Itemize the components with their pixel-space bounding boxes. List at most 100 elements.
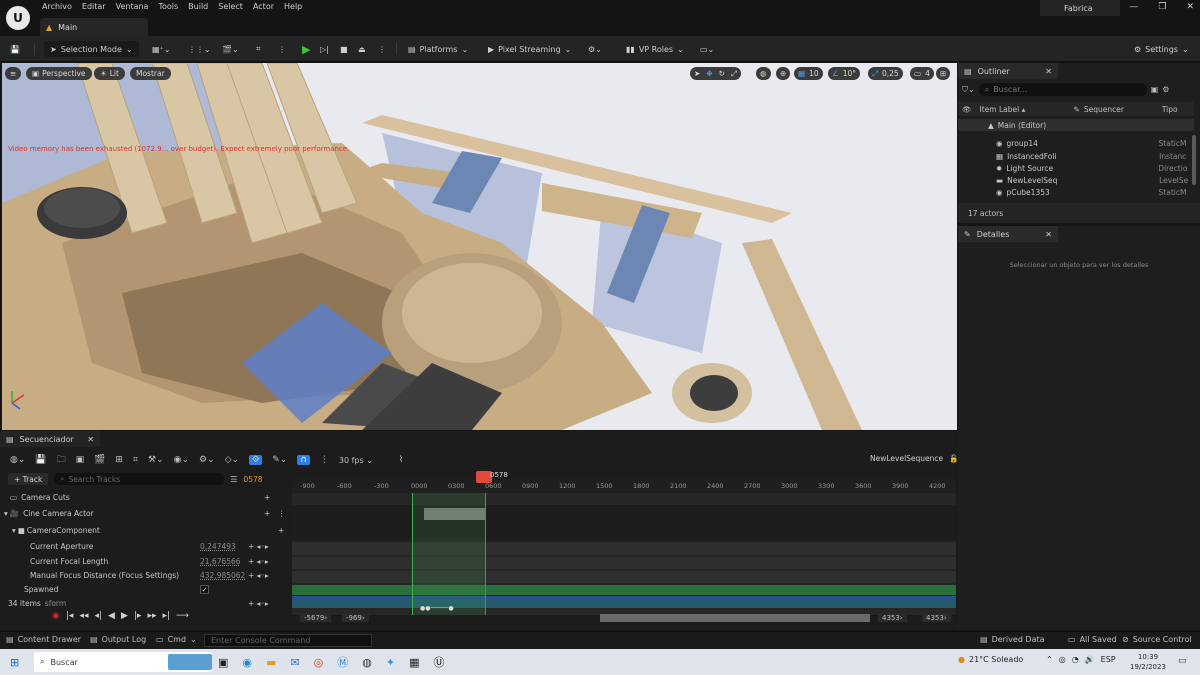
stop-icon[interactable]: ■ bbox=[340, 42, 348, 56]
edge-icon[interactable]: ◉ bbox=[242, 656, 252, 669]
filter-icon[interactable]: ☰ bbox=[230, 475, 237, 484]
add-key-icon[interactable]: + bbox=[278, 526, 284, 535]
maximize-icon[interactable]: ❐ bbox=[1158, 2, 1166, 12]
clapper-icon[interactable]: 🎬 bbox=[94, 455, 105, 465]
curve-editor-icon[interactable]: ⌇ bbox=[399, 455, 403, 465]
gear-icon[interactable]: ⚙ bbox=[1162, 85, 1169, 94]
rotate-icon[interactable]: ↻ bbox=[719, 69, 725, 78]
viewport-menu-icon[interactable]: ≡ bbox=[5, 67, 21, 80]
jump-end-icon[interactable]: ▸| bbox=[162, 611, 170, 621]
save-icon[interactable]: 💾 bbox=[35, 455, 46, 465]
range-end[interactable]: 4353› bbox=[922, 614, 951, 622]
windows-start-icon[interactable]: ⊞ bbox=[10, 656, 19, 669]
lit-button[interactable]: ☀ Lit bbox=[94, 67, 125, 80]
more-icon[interactable]: ⋮ bbox=[278, 509, 286, 518]
speaker-icon[interactable]: 🔊 bbox=[1085, 655, 1095, 664]
add-actor-icon[interactable]: ▦⁺⌄ bbox=[152, 42, 170, 56]
unreal-taskbar-icon[interactable]: Ⓤ bbox=[433, 654, 444, 670]
world-local-icon[interactable]: ◍ bbox=[756, 67, 771, 80]
step-back-icon[interactable]: ◂| bbox=[94, 611, 102, 621]
track-cine-camera[interactable]: ▾ 🎥 Cine Camera Actor + ⋮ bbox=[0, 506, 290, 520]
time-ruler[interactable]: -900 -600 -300 0000 0300 0600 0900 1200 1500 1800… bbox=[292, 479, 956, 493]
tab-details[interactable]: ✎ Detalles ✕ bbox=[958, 226, 1058, 242]
track-aperture[interactable]: Current Aperture 0,247493 + ◂◦▸ bbox=[0, 539, 290, 553]
range-out[interactable]: 4353› bbox=[878, 614, 907, 622]
play-icon[interactable]: ▶ bbox=[121, 611, 128, 621]
pixel-streaming-dropdown[interactable]: ▶ Pixel Streaming ⌄ bbox=[488, 42, 571, 56]
track-focal-length[interactable]: Current Focal Length 21,676566 + ◂◦▸ bbox=[0, 554, 290, 568]
language-indicator[interactable]: ESP bbox=[1101, 655, 1116, 664]
menu-archivo[interactable]: Archivo bbox=[42, 2, 82, 11]
cinematics-icon[interactable]: 🎬⌄ bbox=[222, 42, 239, 56]
range-scrollbar[interactable] bbox=[600, 614, 870, 622]
prev-key-icon[interactable]: ◂◂ bbox=[79, 611, 88, 621]
outliner-scrollbar[interactable] bbox=[1192, 135, 1196, 185]
network-icon[interactable]: ◔ bbox=[1072, 655, 1079, 664]
render-icon[interactable]: ▣ bbox=[76, 455, 85, 465]
app-m-icon[interactable]: Ⓜ bbox=[337, 654, 348, 670]
blueprint-icon[interactable]: ⋮⋮⌄ bbox=[188, 42, 211, 56]
add-key-icon[interactable]: + bbox=[264, 509, 270, 518]
record-icon[interactable]: ◉ bbox=[52, 611, 60, 621]
tree-row[interactable]: ▦ InstancedFoli Instanc bbox=[958, 150, 1194, 162]
surface-snap-icon[interactable]: ⊕ bbox=[776, 67, 791, 80]
source-control-button[interactable]: ⊘ Source Control bbox=[1122, 635, 1192, 644]
eject-icon[interactable]: ⏏ bbox=[358, 42, 366, 56]
close-icon[interactable]: ✕ bbox=[1186, 2, 1194, 12]
mail-icon[interactable]: ✉ bbox=[290, 656, 299, 669]
tab-sequencer[interactable]: ▤ Secuenciador ✕ bbox=[0, 431, 100, 447]
derived-data-button[interactable]: ▤ Derived Data bbox=[980, 635, 1045, 644]
tree-row[interactable]: ✹ Light Source Directio bbox=[958, 162, 1194, 174]
tree-row[interactable]: ◉ pCube1353 StaticM bbox=[958, 186, 1194, 198]
output-log-button[interactable]: ▤ Output Log bbox=[90, 635, 146, 644]
spawned-checkbox[interactable]: ✓ bbox=[200, 584, 209, 594]
scale-icon[interactable]: ⤢ bbox=[731, 69, 737, 79]
track-camera-cuts[interactable]: ▭ Camera Cuts + bbox=[0, 490, 290, 504]
content-drawer-button[interactable]: ▤ Content Drawer bbox=[6, 635, 81, 644]
track-transform[interactable]: 34 items sform + ◂◦▸ bbox=[0, 596, 290, 610]
magnet-icon[interactable]: ∩ bbox=[297, 455, 310, 465]
tree-row-root[interactable]: ▲ Main (Editor) bbox=[958, 119, 1194, 131]
track-spawned[interactable]: Spawned ✓ bbox=[0, 582, 290, 596]
selection-mode-dropdown[interactable]: ➤ Selection Mode ⌄ bbox=[44, 41, 139, 57]
scale-snap-button[interactable]: ⤢ 0,25 bbox=[868, 67, 903, 80]
menu-ventana[interactable]: Ventana bbox=[116, 2, 159, 11]
all-saved-button[interactable]: ▭ All Saved bbox=[1068, 635, 1117, 644]
select-icon[interactable]: ➤ bbox=[694, 69, 700, 78]
perspective-button[interactable]: ▣ Perspective bbox=[26, 67, 92, 80]
minimize-icon[interactable]: — bbox=[1129, 2, 1138, 12]
col-item-label[interactable]: Item Label ▴ bbox=[980, 105, 1074, 114]
twitter-icon[interactable]: ✦ bbox=[386, 656, 395, 669]
explorer-icon[interactable]: ▬ bbox=[266, 656, 276, 669]
next-key-icon[interactable]: ▸▸ bbox=[147, 611, 156, 621]
tree-row[interactable]: ▬ NewLevelSeq LevelSe bbox=[958, 174, 1194, 186]
jump-start-icon[interactable]: |◂ bbox=[66, 611, 74, 621]
track-value[interactable]: 21,676566 bbox=[200, 557, 241, 566]
tab-outliner[interactable]: ▤ Outliner ✕ bbox=[958, 63, 1058, 79]
play-icon[interactable]: ▶ bbox=[302, 42, 310, 56]
settings-button[interactable]: ⚙ Settings ⌄ bbox=[1134, 42, 1189, 56]
expand-icon[interactable]: ▾ bbox=[4, 509, 8, 518]
playback-icon[interactable]: ⚙⌄ bbox=[199, 455, 215, 465]
key-icon[interactable]: ◇⌄ bbox=[225, 455, 239, 465]
chevron-up-icon[interactable]: ⌃ bbox=[1046, 655, 1053, 664]
track-focus-distance[interactable]: Manual Focus Distance (Focus Settings) 4… bbox=[0, 568, 290, 582]
platforms-dropdown[interactable]: ▤ Platforms ⌄ bbox=[408, 42, 468, 56]
chrome-icon[interactable]: ◎ bbox=[314, 656, 324, 669]
show-button[interactable]: Mostrar bbox=[130, 67, 171, 80]
range-in[interactable]: -969› bbox=[342, 614, 369, 622]
add-track-button[interactable]: + Track bbox=[8, 473, 49, 485]
loop-icon[interactable]: ⟶ bbox=[176, 611, 189, 621]
obs-icon[interactable]: ◍ bbox=[362, 656, 372, 669]
chrome-tray-icon[interactable]: ◎ bbox=[1059, 655, 1066, 664]
taskbar-search[interactable]: ⌕ Buscar bbox=[34, 652, 212, 672]
key-nav-icon[interactable]: + ◂◦▸ bbox=[248, 599, 269, 608]
pen-icon[interactable]: ✎⌄ bbox=[272, 455, 287, 465]
auto-key-icon[interactable]: ⟐ bbox=[249, 455, 263, 465]
menu-editar[interactable]: Editar bbox=[82, 2, 116, 11]
browse-icon[interactable]: 🗀 bbox=[57, 452, 66, 468]
key-nav-icon[interactable]: + ◂◦▸ bbox=[248, 542, 269, 551]
weather-widget[interactable]: ● 21°C Soleado bbox=[958, 655, 1023, 664]
track-search-input[interactable]: ⌕ Search Tracks bbox=[54, 473, 225, 485]
translate-icon[interactable]: ✥ bbox=[706, 69, 712, 78]
